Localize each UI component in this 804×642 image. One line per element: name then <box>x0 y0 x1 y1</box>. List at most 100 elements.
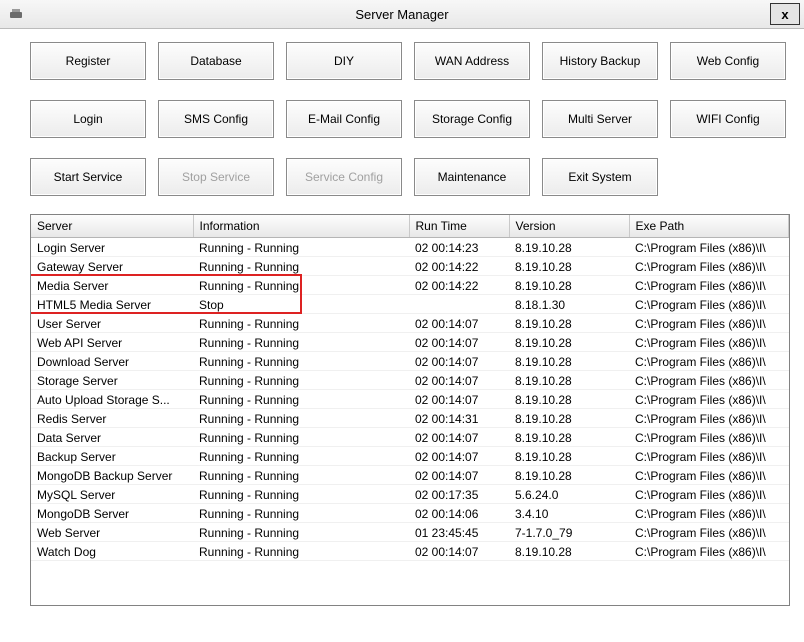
cell-info: Running - Running <box>193 371 409 390</box>
col-info[interactable]: Information <box>193 215 409 238</box>
register-button[interactable]: Register <box>30 42 146 80</box>
table-row[interactable]: MongoDB ServerRunning - Running02 00:14:… <box>31 504 789 523</box>
table-row[interactable]: Media ServerRunning - Running02 00:14:22… <box>31 276 789 295</box>
table-header-row[interactable]: Server Information Run Time Version Exe … <box>31 215 789 238</box>
cell-path: C:\Program Files (x86)\I\ <box>629 409 789 428</box>
button-label: Storage Config <box>432 112 512 126</box>
cell-time: 02 00:14:22 <box>409 276 509 295</box>
cell-time: 02 00:14:31 <box>409 409 509 428</box>
table-row[interactable]: Redis ServerRunning - Running02 00:14:31… <box>31 409 789 428</box>
table-row[interactable]: Web API ServerRunning - Running02 00:14:… <box>31 333 789 352</box>
button-label: Database <box>190 54 241 68</box>
cell-time: 02 00:14:07 <box>409 333 509 352</box>
wifi-config-button[interactable]: WIFI Config <box>670 100 786 138</box>
cell-info: Running - Running <box>193 276 409 295</box>
cell-info: Running - Running <box>193 466 409 485</box>
cell-server: Web API Server <box>31 333 193 352</box>
close-button[interactable]: x <box>770 3 800 25</box>
exit-system-button[interactable]: Exit System <box>542 158 658 196</box>
col-server[interactable]: Server <box>31 215 193 238</box>
cell-path: C:\Program Files (x86)\I\ <box>629 485 789 504</box>
sms-config-button[interactable]: SMS Config <box>158 100 274 138</box>
close-icon: x <box>781 7 788 22</box>
cell-server: Watch Dog <box>31 542 193 561</box>
table-row[interactable]: Storage ServerRunning - Running02 00:14:… <box>31 371 789 390</box>
button-label: Register <box>66 54 111 68</box>
cell-time: 02 00:14:22 <box>409 257 509 276</box>
start-service-button[interactable]: Start Service <box>30 158 146 196</box>
table-row[interactable]: User ServerRunning - Running02 00:14:078… <box>31 314 789 333</box>
cell-server: MongoDB Backup Server <box>31 466 193 485</box>
cell-version: 8.19.10.28 <box>509 466 629 485</box>
button-label: History Backup <box>560 54 641 68</box>
cell-path: C:\Program Files (x86)\I\ <box>629 447 789 466</box>
cell-server: Login Server <box>31 238 193 257</box>
server-table-container: Server Information Run Time Version Exe … <box>30 214 790 606</box>
cell-info: Running - Running <box>193 333 409 352</box>
cell-info: Running - Running <box>193 390 409 409</box>
col-path[interactable]: Exe Path <box>629 215 789 238</box>
cell-version: 7-1.7.0_79 <box>509 523 629 542</box>
button-label: Start Service <box>54 170 123 184</box>
button-label: WAN Address <box>435 54 509 68</box>
web-config-button[interactable]: Web Config <box>670 42 786 80</box>
titlebar: Server Manager x <box>0 0 804 29</box>
cell-server: Media Server <box>31 276 193 295</box>
cell-server: MySQL Server <box>31 485 193 504</box>
cell-path: C:\Program Files (x86)\I\ <box>629 504 789 523</box>
cell-time: 02 00:17:35 <box>409 485 509 504</box>
table-row[interactable]: Gateway ServerRunning - Running02 00:14:… <box>31 257 789 276</box>
cell-info: Running - Running <box>193 504 409 523</box>
button-label: DIY <box>334 54 354 68</box>
cell-version: 3.4.10 <box>509 504 629 523</box>
cell-path: C:\Program Files (x86)\I\ <box>629 257 789 276</box>
cell-info: Running - Running <box>193 409 409 428</box>
cell-info: Running - Running <box>193 542 409 561</box>
login-button[interactable]: Login <box>30 100 146 138</box>
button-label: Multi Server <box>568 112 632 126</box>
table-row[interactable]: MongoDB Backup ServerRunning - Running02… <box>31 466 789 485</box>
history-backup-button[interactable]: History Backup <box>542 42 658 80</box>
table-row[interactable]: MySQL ServerRunning - Running02 00:17:35… <box>31 485 789 504</box>
cell-path: C:\Program Files (x86)\I\ <box>629 542 789 561</box>
table-row[interactable]: Download ServerRunning - Running02 00:14… <box>31 352 789 371</box>
cell-version: 8.19.10.28 <box>509 409 629 428</box>
e-mail-config-button[interactable]: E-Mail Config <box>286 100 402 138</box>
table-row[interactable]: Data ServerRunning - Running02 00:14:078… <box>31 428 789 447</box>
window-title: Server Manager <box>0 7 804 22</box>
table-row[interactable]: HTML5 Media ServerStop8.18.1.30C:\Progra… <box>31 295 789 314</box>
cell-path: C:\Program Files (x86)\I\ <box>629 314 789 333</box>
database-button[interactable]: Database <box>158 42 274 80</box>
cell-time: 02 00:14:23 <box>409 238 509 257</box>
server-table[interactable]: Server Information Run Time Version Exe … <box>31 215 789 561</box>
cell-server: Auto Upload Storage S... <box>31 390 193 409</box>
cell-path: C:\Program Files (x86)\I\ <box>629 371 789 390</box>
table-row[interactable]: Web ServerRunning - Running01 23:45:457-… <box>31 523 789 542</box>
diy-button[interactable]: DIY <box>286 42 402 80</box>
cell-time: 02 00:14:07 <box>409 352 509 371</box>
storage-config-button[interactable]: Storage Config <box>414 100 530 138</box>
cell-server: Download Server <box>31 352 193 371</box>
stop-service-button: Stop Service <box>158 158 274 196</box>
table-row[interactable]: Auto Upload Storage S...Running - Runnin… <box>31 390 789 409</box>
wan-address-button[interactable]: WAN Address <box>414 42 530 80</box>
cell-time: 02 00:14:07 <box>409 314 509 333</box>
cell-info: Running - Running <box>193 314 409 333</box>
cell-server: Backup Server <box>31 447 193 466</box>
multi-server-button[interactable]: Multi Server <box>542 100 658 138</box>
server-manager-window: Server Manager x Register Database DIY WAN … <box>0 0 804 642</box>
cell-path: C:\Program Files (x86)\I\ <box>629 390 789 409</box>
col-version[interactable]: Version <box>509 215 629 238</box>
table-row[interactable]: Login ServerRunning - Running02 00:14:23… <box>31 238 789 257</box>
cell-version: 8.19.10.28 <box>509 352 629 371</box>
cell-time: 02 00:14:07 <box>409 447 509 466</box>
table-row[interactable]: Watch DogRunning - Running02 00:14:078.1… <box>31 542 789 561</box>
col-time[interactable]: Run Time <box>409 215 509 238</box>
table-row[interactable]: Backup ServerRunning - Running02 00:14:0… <box>31 447 789 466</box>
cell-time: 02 00:14:07 <box>409 466 509 485</box>
maintenance-button[interactable]: Maintenance <box>414 158 530 196</box>
cell-server: HTML5 Media Server <box>31 295 193 314</box>
cell-info: Running - Running <box>193 257 409 276</box>
button-label: Login <box>73 112 102 126</box>
cell-server: Web Server <box>31 523 193 542</box>
